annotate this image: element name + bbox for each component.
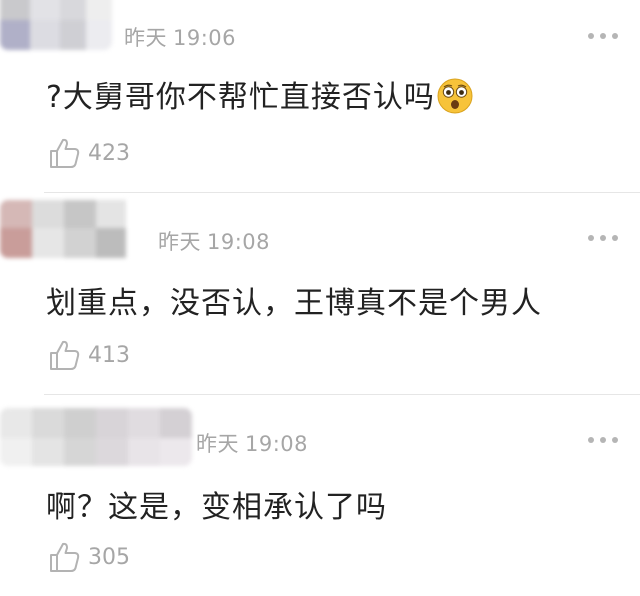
like-button[interactable]: 305 [48, 540, 130, 574]
comment-date: 昨天 [124, 26, 167, 50]
comment-meta: 昨天 19:08 [158, 226, 270, 256]
comment-text: 划重点，没否认，王博真不是个男人 [46, 286, 542, 321]
comment-item: 昨天 19:06 ?大舅哥你不帮忙直接否认吗 423 [0, 0, 640, 192]
more-dots-icon[interactable] [588, 234, 618, 242]
comment-time: 19:08 [245, 432, 309, 456]
thumbs-up-icon [50, 340, 80, 370]
comment-meta: 昨天 19:06 [124, 22, 236, 52]
avatar-blurred[interactable] [0, 0, 112, 50]
comment-time: 19:06 [173, 26, 237, 50]
comment-time: 19:08 [207, 230, 271, 254]
comment-date: 昨天 [158, 230, 201, 254]
like-button[interactable]: 423 [48, 136, 130, 170]
flushed-face-emoji [437, 78, 473, 113]
comment-text-content: ?大舅哥你不帮忙直接否认吗 [46, 80, 435, 115]
more-dots-icon[interactable] [588, 32, 618, 40]
avatar-blurred[interactable] [0, 200, 146, 258]
more-dots-icon[interactable] [588, 436, 618, 444]
comment-text: ?大舅哥你不帮忙直接否认吗 [46, 72, 473, 116]
thumbs-up-icon [50, 542, 80, 572]
avatar-blurred[interactable] [0, 408, 192, 466]
comment-date: 昨天 [196, 432, 239, 456]
comment-text: 啊？这是，变相承认了吗 [46, 490, 387, 525]
like-count: 423 [88, 140, 130, 166]
thumbs-up-icon [50, 138, 80, 168]
comment-item: 昨天 19:08 划重点，没否认，王博真不是个男人 413 [0, 192, 640, 394]
comment-meta: 昨天 19:08 [196, 428, 308, 458]
like-count: 413 [88, 342, 130, 368]
like-count: 305 [88, 544, 130, 570]
comment-item: 昨天 19:08 啊？这是，变相承认了吗 305 [0, 394, 640, 596]
like-button[interactable]: 413 [48, 338, 130, 372]
